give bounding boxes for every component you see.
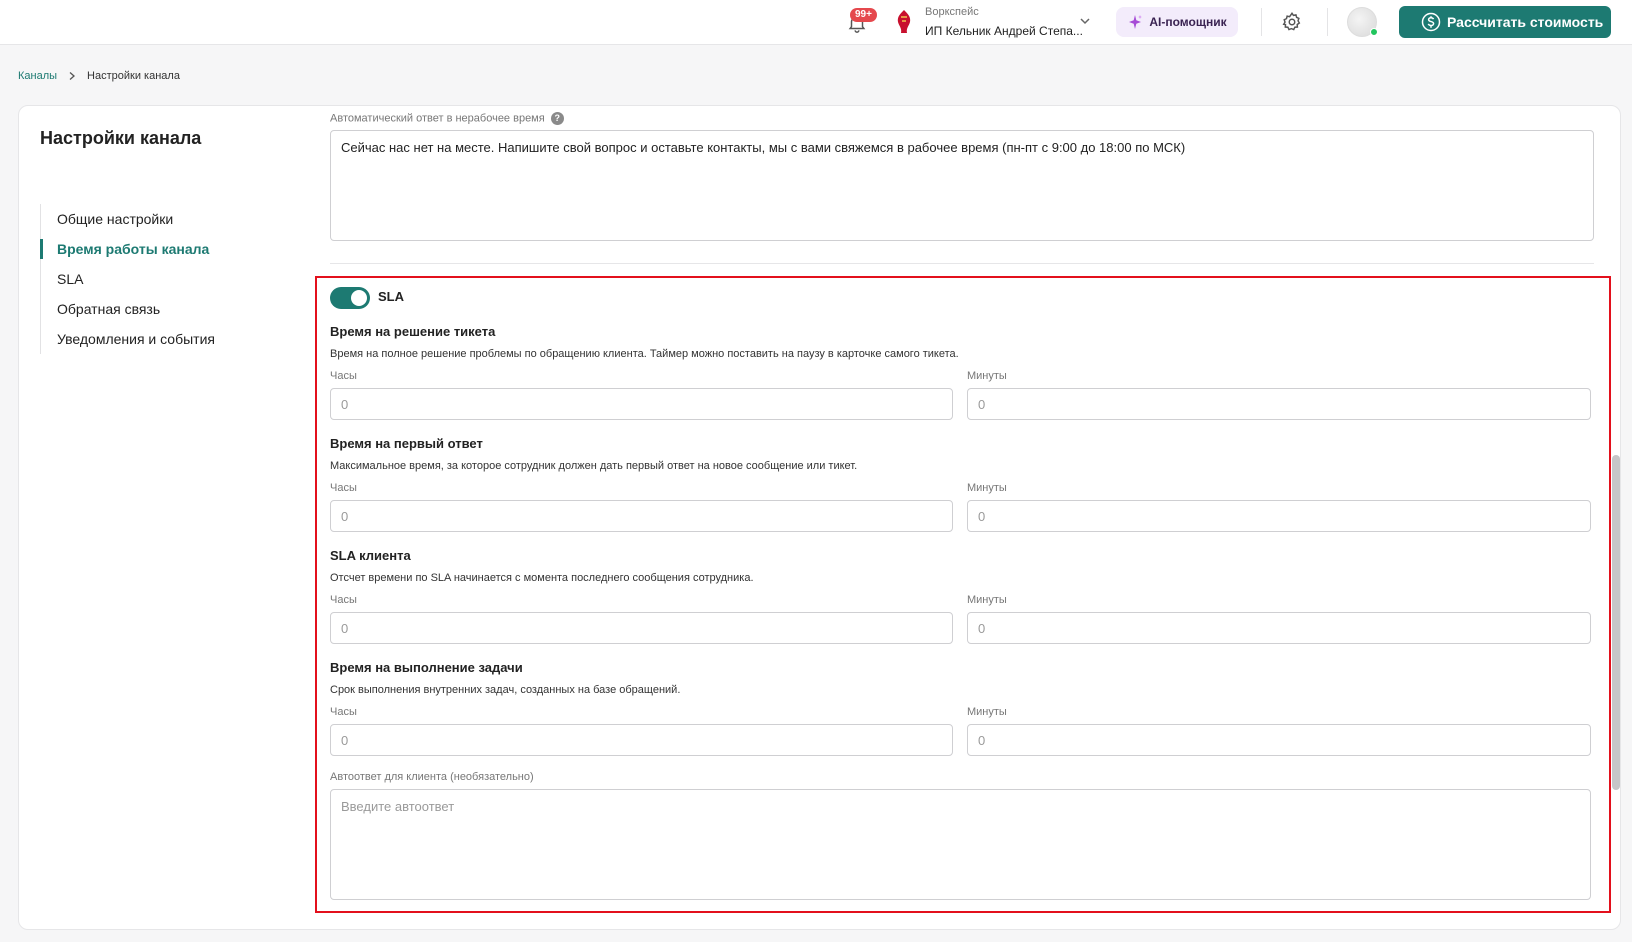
notifications-badge: 99+ [850,8,877,22]
workspace-caption: Воркспейс [925,6,979,18]
page-title: Настройки канала [40,128,202,148]
settings-side-nav: Общие настройки Время работы канала SLA … [40,204,270,354]
chevron-down-icon[interactable] [1078,14,1092,28]
sla-toggle-knob [351,290,367,306]
sla-resolution-title: Время на решение тикета [330,324,496,339]
calculate-cost-label: Рассчитать стоимость [1447,14,1604,30]
offhours-reply-label: Автоматический ответ в нерабочее время? [330,112,564,125]
dollar-icon [1421,12,1441,32]
ai-assistant-button[interactable]: AI-помощник [1116,7,1238,37]
sla-task-hours-label: Часы [330,706,357,718]
offhours-reply-label-text: Автоматический ответ в нерабочее время [330,112,545,125]
workspace-name[interactable]: ИП Кельник Андрей Степа... [925,24,1083,38]
sla-first-response-minutes-label: Минуты [967,482,1007,494]
gear-icon[interactable] [1281,11,1303,33]
calculate-cost-button[interactable]: Рассчитать стоимость [1399,6,1611,38]
side-nav-notifications[interactable]: Уведомления и события [41,324,270,354]
breadcrumb-channels-link[interactable]: Каналы [18,70,57,82]
side-nav-general[interactable]: Общие настройки [41,204,270,234]
sla-toggle[interactable] [330,287,370,309]
client-autoreply-textarea[interactable] [330,789,1591,900]
section-divider [330,263,1594,264]
sla-client-minutes-input[interactable] [967,612,1591,644]
help-icon[interactable]: ? [550,112,564,125]
scrollbar-thumb[interactable] [1612,455,1620,790]
sla-first-response-hours-input[interactable] [330,500,953,532]
sla-resolution-minutes-input[interactable] [967,388,1591,420]
sla-client-title: SLA клиента [330,548,411,563]
side-nav-feedback[interactable]: Обратная связь [41,294,270,324]
sla-toggle-label: SLA [378,289,404,304]
sla-client-hours-input[interactable] [330,612,953,644]
side-nav-sla[interactable]: SLA [41,264,270,294]
sla-first-response-description: Максимальное время, за которое сотрудник… [330,460,858,472]
sla-first-response-minutes-input[interactable] [967,500,1591,532]
offhours-reply-textarea[interactable]: Сейчас нас нет на месте. Напишите свой в… [330,130,1594,241]
client-autoreply-label: Автоответ для клиента (необязательно) [330,771,534,783]
sla-first-response-title: Время на первый ответ [330,436,483,451]
sla-resolution-hours-label: Часы [330,370,357,382]
sla-task-description: Срок выполнения внутренних задач, создан… [330,684,681,696]
breadcrumb-current: Настройки канала [87,70,180,82]
workspace-logo-icon [897,10,911,33]
header-divider [1327,8,1328,36]
sparkle-icon [1129,15,1143,29]
sla-first-response-hours-label: Часы [330,482,357,494]
sla-task-hours-input[interactable] [330,724,953,756]
sla-task-minutes-label: Минуты [967,706,1007,718]
side-nav-working-hours[interactable]: Время работы канала [40,234,270,264]
online-status-dot [1370,28,1378,36]
top-bar: 99+ Воркспейс ИП Кельник Андрей Степа...… [0,0,1632,45]
sla-resolution-minutes-label: Минуты [967,370,1007,382]
sla-client-minutes-label: Минуты [967,594,1007,606]
sla-task-minutes-input[interactable] [967,724,1591,756]
sla-task-title: Время на выполнение задачи [330,660,523,675]
breadcrumb: Каналы Настройки канала [18,70,180,82]
header-divider [1261,8,1262,36]
sla-resolution-hours-input[interactable] [330,388,953,420]
ai-assistant-label: AI-помощник [1149,15,1227,29]
sla-resolution-description: Время на полное решение проблемы по обра… [330,348,959,360]
chevron-right-icon [69,72,76,80]
sla-client-description: Отсчет времени по SLA начинается с момен… [330,572,754,584]
sla-client-hours-label: Часы [330,594,357,606]
